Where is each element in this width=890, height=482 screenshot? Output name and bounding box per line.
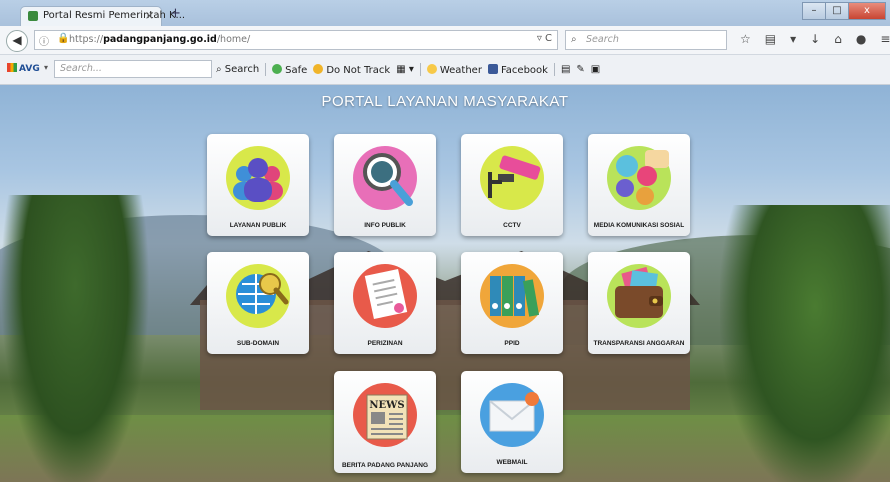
envelope-icon	[480, 383, 544, 447]
browser-search-box[interactable]: ⌕ Search	[565, 30, 727, 50]
chat-icon[interactable]: ●	[856, 32, 866, 46]
tab-title: Portal Resmi Pemerintah K...	[43, 10, 186, 21]
search-icon: ⌕	[216, 64, 222, 75]
tile-transparansi-anggaran[interactable]: TRANSPARANSI ANGGARAN	[588, 252, 690, 354]
tile-label: MEDIA KOMUNIKASI SOSIAL	[593, 222, 685, 229]
back-button[interactable]: ◀	[6, 30, 28, 52]
newspaper-headline: NEWS	[369, 400, 404, 411]
magnifier-icon	[353, 146, 417, 210]
wallet-icon	[607, 264, 671, 328]
menu-icon[interactable]: ≡	[880, 32, 890, 46]
tile-perizinan[interactable]: PERIZINAN	[334, 252, 436, 354]
calendar-icon[interactable]: ▦ ▾	[396, 64, 414, 75]
facebook-button[interactable]: Facebook	[487, 63, 548, 76]
cctv-camera-icon	[480, 146, 544, 210]
tile-label: LAYANAN PUBLIK	[229, 222, 287, 229]
tile-info-publik[interactable]: INFO PUBLIK	[334, 134, 436, 236]
avg-toolbar: AVG ▾ Search... ⌕ Search Safe Do Not Tra…	[0, 55, 890, 85]
weather-button[interactable]: Weather	[426, 63, 482, 76]
newspaper-icon: NEWS	[353, 383, 417, 447]
navigation-bar: ◀ ⓘ 🔒 https://padangpanjang.go.id/home/ …	[0, 26, 890, 55]
globe-www-icon	[226, 264, 290, 328]
toolbar-icons: ☆ ▤ ▾ ↓ ⌂ ● ≡	[740, 32, 890, 46]
minimize-button[interactable]: –	[802, 2, 826, 20]
window-controls: – □ x	[802, 2, 886, 20]
document-icon	[353, 264, 417, 328]
eye-icon	[313, 63, 324, 74]
url-bar[interactable]: ⓘ 🔒 https://padangpanjang.go.id/home/ ▿ …	[34, 30, 558, 50]
download-icon[interactable]: ↓	[810, 32, 820, 46]
page-content: PORTAL LAYANAN MASYARAKAT LAYANAN PUBLIK…	[0, 85, 890, 482]
tile-media-komunikasi-sosial[interactable]: MEDIA KOMUNIKASI SOSIAL	[588, 134, 690, 236]
tile-label: WEBMAIL	[496, 459, 528, 466]
close-window-button[interactable]: x	[848, 2, 886, 20]
search-placeholder: Search	[586, 34, 619, 45]
facebook-icon	[487, 63, 498, 74]
tile-webmail[interactable]: WEBMAIL	[461, 371, 563, 473]
avg-search-placeholder: Search...	[60, 63, 102, 74]
bookmark-star-icon[interactable]: ☆	[740, 32, 751, 46]
tile-layanan-publik[interactable]: LAYANAN PUBLIK	[207, 134, 309, 236]
background-tree-right	[720, 205, 890, 482]
notes-icon[interactable]: ▤	[561, 64, 570, 75]
maximize-button[interactable]: □	[825, 2, 849, 20]
tile-label: CCTV	[503, 222, 521, 229]
site-info-icon[interactable]: ⓘ	[39, 33, 49, 48]
tile-label: SUB-DOMAIN	[236, 340, 280, 347]
tile-label: PPID	[504, 340, 520, 347]
reading-list-icon[interactable]: ▤	[765, 32, 776, 46]
tile-label: INFO PUBLIK	[364, 222, 406, 229]
home-icon[interactable]: ⌂	[834, 32, 842, 46]
site-favicon-icon	[28, 11, 38, 21]
tile-label: TRANSPARANSI ANGGARAN	[593, 340, 685, 347]
browser-tab[interactable]: Portal Resmi Pemerintah K... ×	[20, 6, 185, 26]
shield-icon	[272, 63, 283, 74]
weather-icon	[426, 63, 437, 74]
avg-search-input[interactable]: Search...	[54, 60, 212, 78]
lock-icon: 🔒	[57, 33, 70, 44]
avg-dropdown-icon[interactable]: ▾	[44, 63, 48, 72]
reload-icon[interactable]: ▿ C	[537, 33, 552, 44]
chat-bubbles-icon	[607, 146, 671, 210]
tile-label: BERITA PADANG PANJANG	[341, 462, 429, 469]
safe-button[interactable]: Safe	[272, 63, 307, 76]
background-tree-left	[0, 195, 150, 482]
title-bar: Portal Resmi Pemerintah K... × + – □ x	[0, 0, 890, 26]
avg-logo-icon	[7, 63, 17, 72]
search-icon: ⌕	[571, 34, 577, 45]
tile-sub-domain[interactable]: SUB-DOMAIN	[207, 252, 309, 354]
url-text: https://padangpanjang.go.id/home/	[69, 34, 251, 45]
pocket-icon[interactable]: ▾	[790, 32, 796, 46]
tile-cctv[interactable]: CCTV	[461, 134, 563, 236]
tile-label: PERIZINAN	[367, 340, 403, 347]
new-tab-button[interactable]: +	[170, 6, 181, 21]
binders-icon	[480, 264, 544, 328]
avg-items: ⌕ Search Safe Do Not Track ▦ ▾ Weather F…	[216, 63, 600, 76]
tile-ppid[interactable]: PPID	[461, 252, 563, 354]
tile-berita-padang-panjang[interactable]: NEWS BERITA PADANG PANJANG	[334, 371, 436, 473]
page-title: PORTAL LAYANAN MASYARAKAT	[321, 93, 569, 110]
do-not-track-button[interactable]: Do Not Track	[313, 63, 390, 76]
avg-logo[interactable]: AVG	[7, 63, 40, 74]
screenshot-icon[interactable]: ▣	[591, 64, 600, 75]
tab-close-icon[interactable]: ×	[145, 9, 154, 22]
people-icon	[226, 146, 290, 210]
edit-icon[interactable]: ✎	[576, 64, 584, 75]
avg-search-button[interactable]: ⌕ Search	[216, 64, 259, 75]
